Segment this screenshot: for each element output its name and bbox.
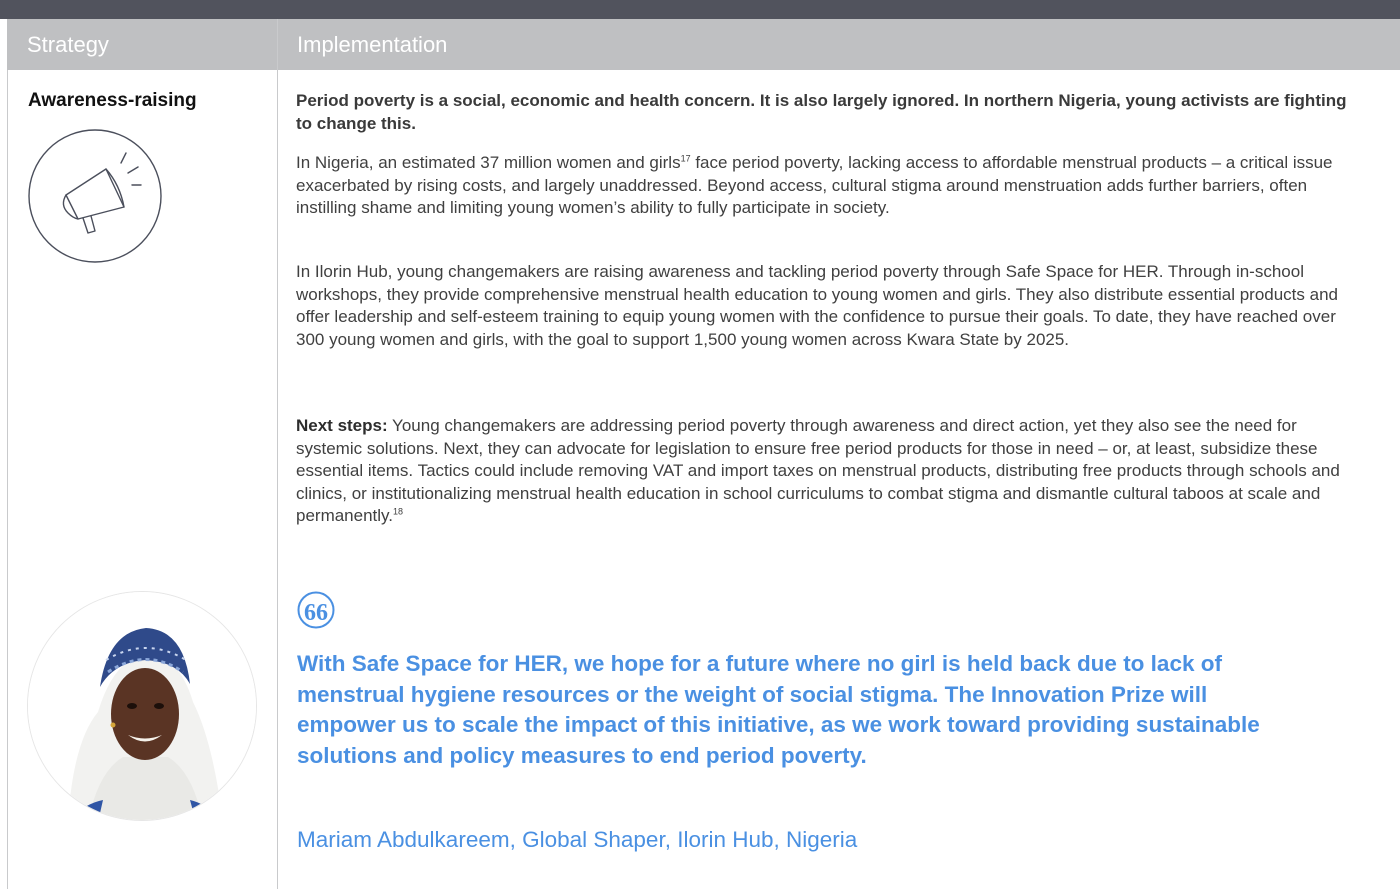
implementation-paragraph-2: In Ilorin Hub, young changemakers are ra… [296,262,1338,349]
header-implementation: Implementation [297,32,448,57]
quote-mark-icon: 66 [297,591,335,629]
top-bar [0,0,1400,19]
portrait-photo [27,591,257,821]
quote-author: Mariam Abdulkareem, Global Shaper, Ilori… [297,827,858,852]
strategy-label: Awareness-raising [28,90,197,111]
next-steps-text: Young changemakers are addressing period… [296,416,1340,525]
next-steps-label: Next steps: [296,416,388,435]
footnote-17: 17 [680,153,691,164]
implementation-lead: Period poverty is a social, economic and… [296,91,1347,133]
table-left-border [7,70,8,889]
header-strategy: Strategy [27,32,109,57]
megaphone-icon [28,129,162,263]
p1-text-start: In Nigeria, an estimated 37 million wome… [296,153,681,172]
quote-mark-glyph: 66 [304,600,328,626]
column-divider [277,19,278,889]
implementation-paragraph-1: In Nigeria, an estimated 37 million wome… [296,152,1356,220]
quote-text: With Safe Space for HER, we hope for a f… [297,651,1260,768]
table-header: Strategy Implementation [7,19,1400,70]
portrait-illustration [28,592,256,820]
footnote-18: 18 [393,506,404,517]
next-steps-paragraph: Next steps: Young changemakers are addre… [296,415,1356,528]
